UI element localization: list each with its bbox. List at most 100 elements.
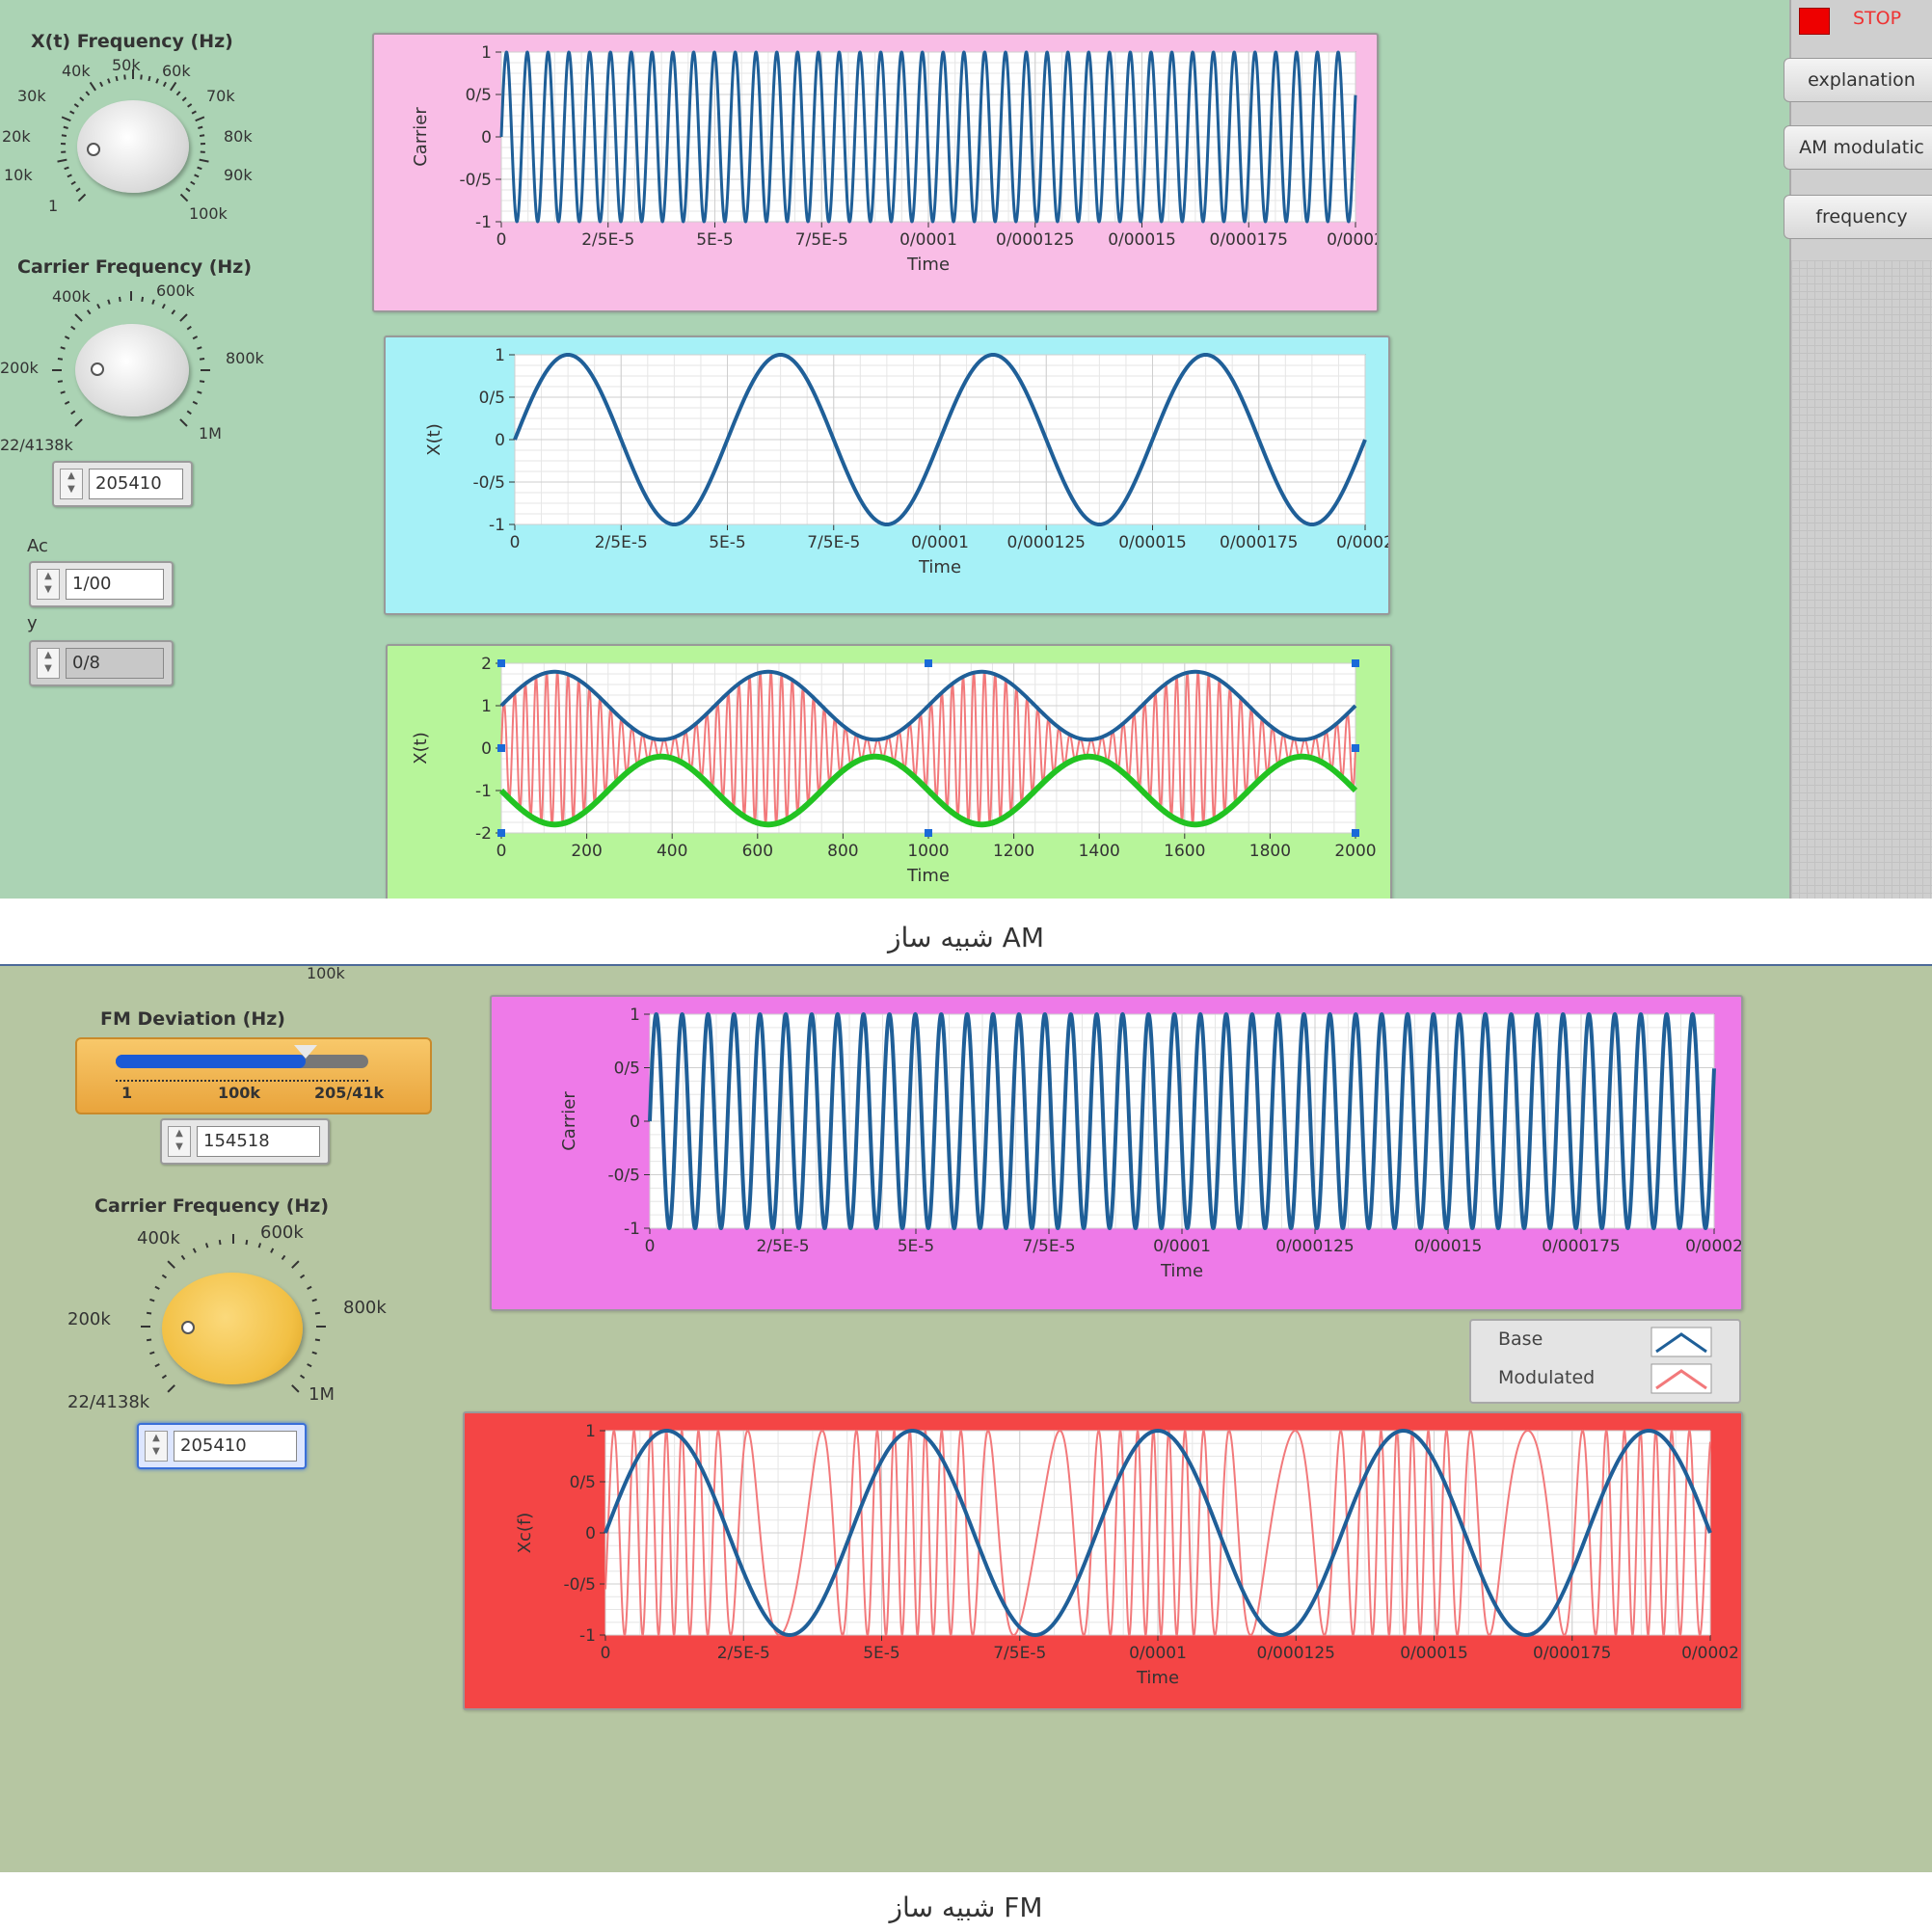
x-tick-label: 1400 [1079,842,1120,861]
x-tick-label: 7/5E-5 [1022,1237,1075,1256]
x-tick-label: 0 [496,842,507,861]
y-value[interactable]: 0/8 [66,648,164,679]
fm-carrier-knob[interactable] [162,1273,303,1384]
carrier-value[interactable]: 205410 [89,469,183,499]
explanation-button[interactable]: explanation [1784,58,1932,102]
spinner-icon[interactable]: ▲ ▼ [145,1431,168,1462]
y-tick-label: 0/5 [466,86,492,105]
carrier-numeric[interactable]: ▲ ▼ 205410 [52,461,193,507]
knob-tick-mark [69,110,75,115]
x-tick-label: 0/00015 [1400,1644,1468,1663]
strip-grid [1791,260,1932,899]
fm-deviation-label: FM Deviation (Hz) [100,1008,285,1030]
x-tick-label: 0/0002 [1336,533,1388,552]
am-modulated-plot: 0 200 400 600 800 1000 1200 1400 1600 1800 2000 2 1 0… [411,655,1377,886]
frequency-button[interactable]: frequency [1784,195,1932,239]
slider-thumb-icon[interactable] [293,1045,317,1059]
x-tick-label: 400 [657,842,687,861]
x-tick-label: 0/0001 [1153,1237,1211,1256]
knob-tick-mark [167,1384,175,1393]
stop-label: STOP [1853,8,1902,29]
legend-modulated-label: Modulated [1498,1367,1596,1388]
knob-tick-mark [154,1285,160,1290]
knob-tick-mark [314,1338,321,1342]
y-tick-label: -1 [475,213,492,232]
knob-tick-mark [85,91,91,96]
knob-tick-mark [185,187,191,193]
am-carrier-graph: 0 2/5E-5 5E-5 7/5E-5 0/0001 0/000125 0/00015 0/… [372,33,1379,312]
cursor-handle-icon[interactable] [1352,659,1359,667]
x-tick-label: 5E-5 [709,533,746,552]
fm-deviation-value[interactable]: 154518 [197,1126,320,1157]
x-tick-label: 0/000125 [1275,1237,1354,1256]
x-tick-label: 7/5E-5 [807,533,860,552]
x-tick-label: 0/0002 [1327,230,1377,250]
cursor-handle-icon[interactable] [925,829,932,837]
fm-carrier-tick-600k: 600k [260,1222,304,1243]
stop-button[interactable]: STOP [1799,6,1926,35]
x-tick-label: 0 [496,230,507,250]
knob-tick-mark [161,1274,168,1279]
ac-numeric[interactable]: ▲ ▼ 1/00 [29,561,174,607]
knob-tick-mark [245,1239,249,1246]
knob-tick-mark [149,1298,155,1302]
dev-tick-1: 1 [121,1084,133,1102]
spinner-icon[interactable]: ▲ ▼ [60,469,83,499]
knob-tick-mark [74,313,83,322]
knob-tick-mark [70,180,76,186]
knob-tick-mark [186,325,192,331]
x-tick-label: 0/0001 [1129,1644,1187,1663]
cursor-handle-icon[interactable] [925,659,932,667]
knob-tick-mark [151,299,155,305]
x-tick-label: 1600 [1164,842,1205,861]
spinner-icon[interactable]: ▲ ▼ [37,569,60,600]
knob-tick-mark [99,81,104,88]
knob-tick-mark [141,296,145,303]
am-message-graph: 0 2/5E-5 5E-5 7/5E-5 0/0001 0/000125 0/00015 0/… [384,335,1390,615]
y-tick-label: 0 [481,739,492,759]
xfreq-tick-1: 1 [48,197,59,215]
knob-tick-mark [192,1248,197,1253]
knob-tick-mark [107,299,111,305]
am-modulation-button[interactable]: AM modulatic [1784,125,1932,170]
cursor-handle-icon[interactable] [497,829,505,837]
y-label: y [27,613,38,633]
knob-tick-mark [64,335,70,340]
am-simulator-panel: X(t) Frequency (Hz) 1 10k 20k 30k 40k 50… [0,0,1789,899]
y-axis-label: X(t) [424,423,444,455]
knob-tick-mark [73,103,79,108]
dev-tick-max: 205/41k [314,1084,385,1102]
fm-carrier-numeric[interactable]: ▲ ▼ 205410 [137,1423,307,1469]
fm-carrier-tick-1M: 1M [309,1384,335,1405]
knob-tick-mark [86,309,92,315]
knob-tick-mark [194,174,200,178]
ac-label: Ac [27,536,48,556]
knob-tick-mark [70,410,76,416]
spinner-icon[interactable]: ▲ ▼ [37,648,60,679]
knob-tick-mark [148,75,151,82]
carrier-knob[interactable] [75,324,189,416]
knob-tick-mark [162,81,167,88]
fm-deviation-slider[interactable]: 1 100k 205/41k [75,1037,432,1114]
x-tick-label: 0/0001 [911,533,969,552]
y-tick-label: 0 [585,1524,596,1543]
xfreq-knob[interactable] [77,100,189,193]
cursor-handle-icon[interactable] [1352,744,1359,752]
knob-tick-mark [96,303,101,309]
x-tick-label: 200 [571,842,602,861]
knob-tick-mark [190,180,196,186]
spinner-icon[interactable]: ▲ ▼ [168,1126,191,1157]
y-tick-label: 0/5 [614,1060,640,1079]
x-tick-label: 0/0002 [1681,1644,1739,1663]
y-tick-label: -0/5 [473,473,506,493]
ac-value[interactable]: 1/00 [66,569,164,600]
fm-carrier-tick-200k: 200k [67,1309,111,1329]
cursor-handle-icon[interactable] [497,659,505,667]
cursor-handle-icon[interactable] [497,744,505,752]
xfreq-label: X(t) Frequency (Hz) [31,31,233,52]
y-numeric[interactable]: ▲ ▼ 0/8 [29,640,174,686]
fm-deviation-numeric[interactable]: ▲ ▼ 154518 [160,1118,330,1165]
knob-indicator-icon [181,1321,195,1334]
fm-carrier-value[interactable]: 205410 [174,1431,297,1462]
cursor-handle-icon[interactable] [1352,829,1359,837]
